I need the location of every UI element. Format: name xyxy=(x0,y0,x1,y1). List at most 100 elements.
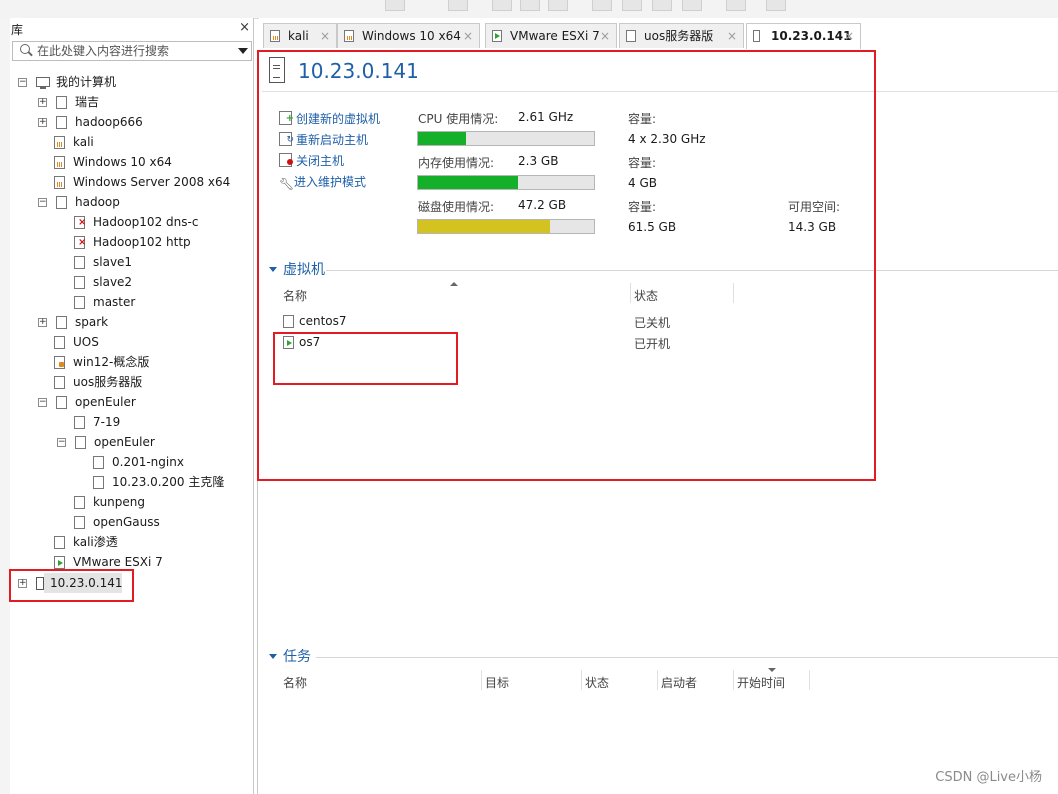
vm-running-icon xyxy=(54,556,65,569)
toolbar-icon[interactable] xyxy=(682,0,702,11)
vm-chart-icon xyxy=(54,136,65,149)
close-icon[interactable]: × xyxy=(463,24,473,48)
toolbar-icon[interactable] xyxy=(448,0,468,11)
column-header-status[interactable]: 状态 xyxy=(585,674,609,691)
tree-item[interactable]: 10.23.0.200 主克隆 xyxy=(0,472,252,492)
tree-item[interactable]: openGauss xyxy=(0,512,252,532)
tree-item[interactable]: Hadoop102 http xyxy=(0,232,252,252)
column-separator xyxy=(657,670,658,690)
tab-label: kali xyxy=(288,29,309,43)
tree-item[interactable]: Windows 10 x64 xyxy=(0,152,252,172)
column-separator xyxy=(581,670,582,690)
tree-item-label: openGauss xyxy=(93,515,160,529)
tab[interactable]: uos服务器版 × xyxy=(619,23,744,48)
close-icon[interactable]: × xyxy=(239,20,250,35)
search-input[interactable] xyxy=(37,43,227,58)
tree-item[interactable]: 7-19 xyxy=(0,412,252,432)
tree-item-label: Hadoop102 http xyxy=(93,235,191,249)
annotation-box-host-node xyxy=(9,569,134,602)
collapse-icon xyxy=(269,654,277,659)
toolbar xyxy=(0,0,1058,19)
tab[interactable]: Windows 10 x64 × xyxy=(337,23,480,48)
tree-item[interactable]: uos服务器版 xyxy=(0,372,252,392)
column-header-target[interactable]: 目标 xyxy=(485,674,509,691)
column-header-start-time[interactable]: 开始时间 xyxy=(737,674,785,691)
vm-chart-icon xyxy=(270,30,280,42)
library-title: 库 xyxy=(11,23,24,37)
tree-item-label: 瑞吉 xyxy=(75,95,100,109)
column-separator xyxy=(481,670,482,690)
vm-icon xyxy=(56,116,67,129)
tab[interactable]: VMware ESXi 7 × xyxy=(485,23,617,48)
collapse-icon[interactable]: − xyxy=(38,398,47,407)
close-icon[interactable]: × xyxy=(320,24,330,48)
tree-item-label: UOS xyxy=(73,335,99,349)
annotation-box-vm-os7 xyxy=(273,332,458,385)
expand-icon[interactable]: + xyxy=(38,118,47,127)
tree-item[interactable]: win12-概念版 xyxy=(0,352,252,372)
library-search[interactable] xyxy=(12,41,252,61)
tree-item[interactable]: slave1 xyxy=(0,252,252,272)
sort-desc-icon xyxy=(768,668,776,672)
tab[interactable]: kali × xyxy=(263,23,337,48)
vm-icon xyxy=(56,196,67,209)
annotation-box-host-summary xyxy=(257,50,876,481)
tree-item[interactable]: + 瑞吉 xyxy=(0,92,252,112)
tree-item[interactable]: − hadoop xyxy=(0,192,252,212)
play-icon[interactable] xyxy=(385,0,405,11)
toolbar-icon[interactable] xyxy=(622,0,642,11)
vm-chart-icon xyxy=(344,30,354,42)
toolbar-icon[interactable] xyxy=(592,0,612,11)
tree-item-label: slave2 xyxy=(93,275,133,289)
collapse-icon[interactable]: − xyxy=(57,438,66,447)
column-header-name[interactable]: 名称 xyxy=(283,674,307,691)
tree-item[interactable]: − 我的计算机 xyxy=(0,72,252,92)
tree-item-label: slave1 xyxy=(93,255,133,269)
chevron-down-icon[interactable] xyxy=(238,48,248,54)
column-header-initiator[interactable]: 启动者 xyxy=(661,674,697,691)
vm-snapshot-icon xyxy=(51,374,65,389)
tree-item[interactable]: − openEuler xyxy=(0,432,252,452)
tree-item[interactable]: 0.201-nginx xyxy=(0,452,252,472)
vm-snapshot-icon xyxy=(90,474,104,489)
tree-item[interactable]: kali渗透 xyxy=(0,532,252,552)
close-icon[interactable]: × xyxy=(727,24,737,48)
tree-item[interactable]: Hadoop102 dns-c xyxy=(0,212,252,232)
vm-icon xyxy=(56,96,67,109)
tab-label: uos服务器版 xyxy=(644,29,714,43)
tree-item[interactable]: − openEuler xyxy=(0,392,252,412)
expand-icon[interactable]: + xyxy=(38,318,47,327)
close-icon[interactable]: × xyxy=(600,24,610,48)
tree-item-label: kali xyxy=(73,135,94,149)
toolbar-icon[interactable] xyxy=(492,0,512,11)
tree-item[interactable]: kali xyxy=(0,132,252,152)
tree-item-label: openEuler xyxy=(94,435,155,449)
tree-item-label: 7-19 xyxy=(93,415,121,429)
tree-item[interactable]: kunpeng xyxy=(0,492,252,512)
tree-item[interactable]: UOS xyxy=(0,332,252,352)
close-icon[interactable]: × xyxy=(844,24,854,48)
tree-item[interactable]: master xyxy=(0,292,252,312)
tasks-section-header[interactable]: 任务 xyxy=(269,648,311,666)
toolbar-icon[interactable] xyxy=(652,0,672,11)
server-icon xyxy=(753,30,760,42)
toolbar-icon[interactable] xyxy=(726,0,746,11)
tree-item-label: uos服务器版 xyxy=(73,375,143,389)
expand-icon[interactable]: + xyxy=(38,98,47,107)
toolbar-icon[interactable] xyxy=(548,0,568,11)
tab-bar: kali × Windows 10 x64 × VMware ESXi 7 × uos服务器… xyxy=(259,18,1058,50)
tree-item[interactable]: + spark xyxy=(0,312,252,332)
toolbar-icon[interactable] xyxy=(766,0,786,11)
vm-icon xyxy=(56,316,67,329)
vm-snapshot-icon xyxy=(71,494,85,509)
tree-item[interactable]: Windows Server 2008 x64 xyxy=(0,172,252,192)
collapse-icon[interactable]: − xyxy=(38,198,47,207)
vm-play-icon xyxy=(492,30,502,42)
tab[interactable]: 10.23.0.141 × xyxy=(746,23,861,49)
toolbar-icon[interactable] xyxy=(520,0,540,11)
tree-item-label: Windows 10 x64 xyxy=(73,155,172,169)
tree-item[interactable]: + hadoop666 xyxy=(0,112,252,132)
vm-chart-icon xyxy=(54,176,65,189)
collapse-icon[interactable]: − xyxy=(18,78,27,87)
tree-item[interactable]: slave2 xyxy=(0,272,252,292)
